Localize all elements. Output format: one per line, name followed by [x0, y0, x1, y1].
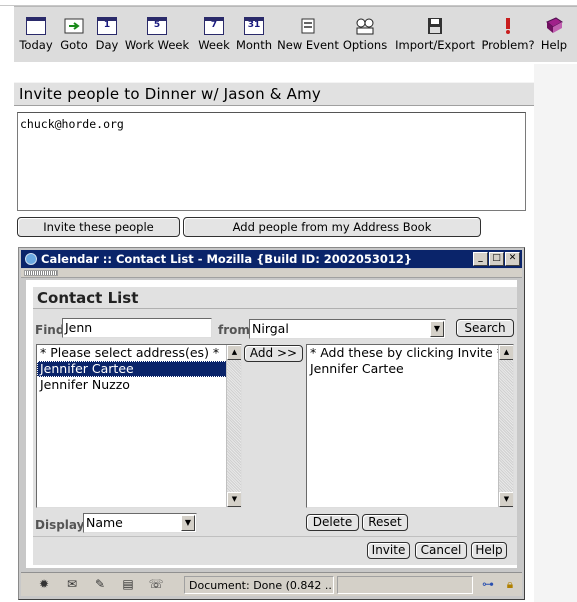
chevron-down-icon: ▼: [181, 515, 195, 531]
toolbar-options[interactable]: Options: [342, 17, 388, 52]
delete-button[interactable]: Delete: [306, 514, 359, 531]
scroll-down-icon[interactable]: ▼: [499, 492, 513, 507]
help-button[interactable]: Help: [471, 542, 507, 559]
toolbar-new-event-label: New Event: [277, 38, 339, 52]
invite-button[interactable]: Invite: [367, 542, 410, 559]
calendar-day-icon: 1: [97, 17, 117, 35]
close-icon[interactable]: ✕: [505, 252, 520, 266]
grip-handle-icon[interactable]: [24, 270, 58, 276]
display-select[interactable]: Name ▼: [83, 513, 197, 533]
browser-page: Today Goto 1 Day 5 Work Week 7 Week 31 M…: [0, 0, 577, 602]
toolbar-problem[interactable]: Problem?: [480, 17, 536, 52]
calendar-toolbar: Today Goto 1 Day 5 Work Week 7 Week 31 M…: [14, 6, 577, 62]
add-from-address-book-button[interactable]: Add people from my Address Book: [183, 217, 481, 237]
action-bar: Invite Cancel Help: [33, 536, 517, 565]
calendar-month-icon: 31: [244, 17, 264, 35]
list-item-selected[interactable]: Jennifer Cartee: [37, 361, 241, 377]
contact-list-heading: Contact List: [33, 287, 517, 309]
toolbar-day-label: Day: [95, 38, 119, 52]
composer-icon[interactable]: ✎: [91, 577, 109, 592]
help-book-icon: [544, 17, 564, 35]
toolbar-day[interactable]: 1 Day: [94, 17, 120, 52]
address-book-icon[interactable]: ▤: [119, 577, 137, 592]
right-margin: [534, 64, 577, 602]
search-button[interactable]: Search: [456, 319, 514, 337]
lock-icon[interactable]: 🔒︎: [501, 577, 519, 592]
goto-arrow-icon: [64, 17, 84, 35]
source-select[interactable]: Nirgal ▼: [249, 319, 446, 339]
calendar-workweek-icon: 5: [147, 17, 167, 35]
minimize-icon[interactable]: _: [473, 252, 488, 266]
mail-icon[interactable]: ✉: [63, 577, 81, 592]
toolbar-new-event[interactable]: New Event: [276, 17, 340, 52]
toolbar-help[interactable]: Help: [538, 17, 570, 52]
display-select-value: Name: [86, 515, 123, 530]
page-title: Invite people to Dinner w/ Jason & Amy: [14, 82, 534, 106]
toolbar-month[interactable]: 31 Month: [235, 17, 273, 52]
display-label: Display: [35, 518, 85, 532]
attendee-emails-textarea[interactable]: chuck@horde.org: [17, 112, 526, 211]
from-label: from: [218, 323, 250, 337]
progress-bar: [337, 576, 473, 594]
toolbar-month-label: Month: [235, 38, 273, 52]
floppy-disk-icon: [425, 17, 445, 35]
toolbar-grip: [21, 269, 522, 278]
chat-icon[interactable]: ☏: [147, 577, 165, 592]
toolbar-week[interactable]: 7 Week: [196, 17, 232, 52]
contact-list-form: Find Jenn from Nirgal ▼ Search * Please …: [33, 309, 517, 565]
calendar-week-icon: 7: [204, 17, 224, 35]
calendar-today-icon: [26, 17, 46, 35]
chosen-scrollbar[interactable]: ▲ ▼: [498, 345, 513, 507]
list-item[interactable]: Jennifer Nuzzo: [37, 377, 241, 393]
contact-list-window: Calendar :: Contact List - Mozilla {Buil…: [18, 247, 525, 600]
list-item[interactable]: Jennifer Cartee: [307, 361, 513, 377]
problem-icon: [498, 17, 518, 35]
toolbar-week-label: Week: [198, 38, 230, 52]
maximize-icon[interactable]: □: [489, 252, 504, 266]
find-label: Find: [35, 323, 65, 337]
toolbar-today[interactable]: Today: [18, 17, 54, 52]
toolbar-today-label: Today: [19, 38, 53, 52]
results-scrollbar[interactable]: ▲ ▼: [226, 345, 241, 507]
source-select-value: Nirgal: [252, 321, 289, 336]
toolbar-help-label: Help: [540, 38, 568, 52]
cancel-button[interactable]: Cancel: [415, 542, 467, 559]
options-icon: [355, 17, 375, 35]
navigator-icon[interactable]: ✹: [35, 577, 53, 592]
toolbar-work-week[interactable]: 5 Work Week: [124, 17, 190, 52]
toolbar-goto-label: Goto: [60, 38, 88, 52]
find-input[interactable]: Jenn: [62, 318, 212, 338]
toolbar-problem-label: Problem?: [481, 38, 535, 52]
list-item[interactable]: * Please select address(es) *: [37, 345, 241, 361]
chosen-attendees-list[interactable]: * Add these by clicking Invite * Jennife…: [306, 344, 514, 508]
chevron-down-icon: ▼: [430, 321, 444, 337]
scroll-up-icon[interactable]: ▲: [227, 345, 241, 360]
mozilla-logo-icon: [25, 253, 37, 265]
popup-titlebar[interactable]: Calendar :: Contact List - Mozilla {Buil…: [21, 250, 522, 268]
toolbar-options-label: Options: [342, 38, 388, 52]
toolbar-import-export-label: Import/Export: [395, 38, 475, 52]
list-item[interactable]: * Add these by clicking Invite *: [307, 345, 513, 361]
status-text: Document: Done (0.842 ...: [184, 576, 334, 594]
reset-button[interactable]: Reset: [362, 514, 408, 531]
toolbar-import-export[interactable]: Import/Export: [392, 17, 478, 52]
add-button[interactable]: Add >>: [244, 345, 303, 362]
toolbar-goto[interactable]: Goto: [58, 17, 90, 52]
toolbar-work-week-label: Work Week: [124, 38, 190, 52]
contact-list-page: Contact List Find Jenn from Nirgal ▼ Sea…: [26, 280, 517, 568]
search-results-list[interactable]: * Please select address(es) * Jennifer C…: [36, 344, 242, 508]
scroll-down-icon[interactable]: ▼: [227, 492, 241, 507]
popup-window-title: Calendar :: Contact List - Mozilla {Buil…: [41, 252, 413, 266]
invite-these-people-button[interactable]: Invite these people: [17, 217, 180, 237]
status-bar: ✹ ✉ ✎ ▤ ☏ Document: Done (0.842 ... ⊶ 🔒︎: [21, 572, 522, 596]
online-connection-icon[interactable]: ⊶: [477, 577, 499, 592]
scroll-up-icon[interactable]: ▲: [499, 345, 513, 360]
new-event-icon: [298, 17, 318, 35]
